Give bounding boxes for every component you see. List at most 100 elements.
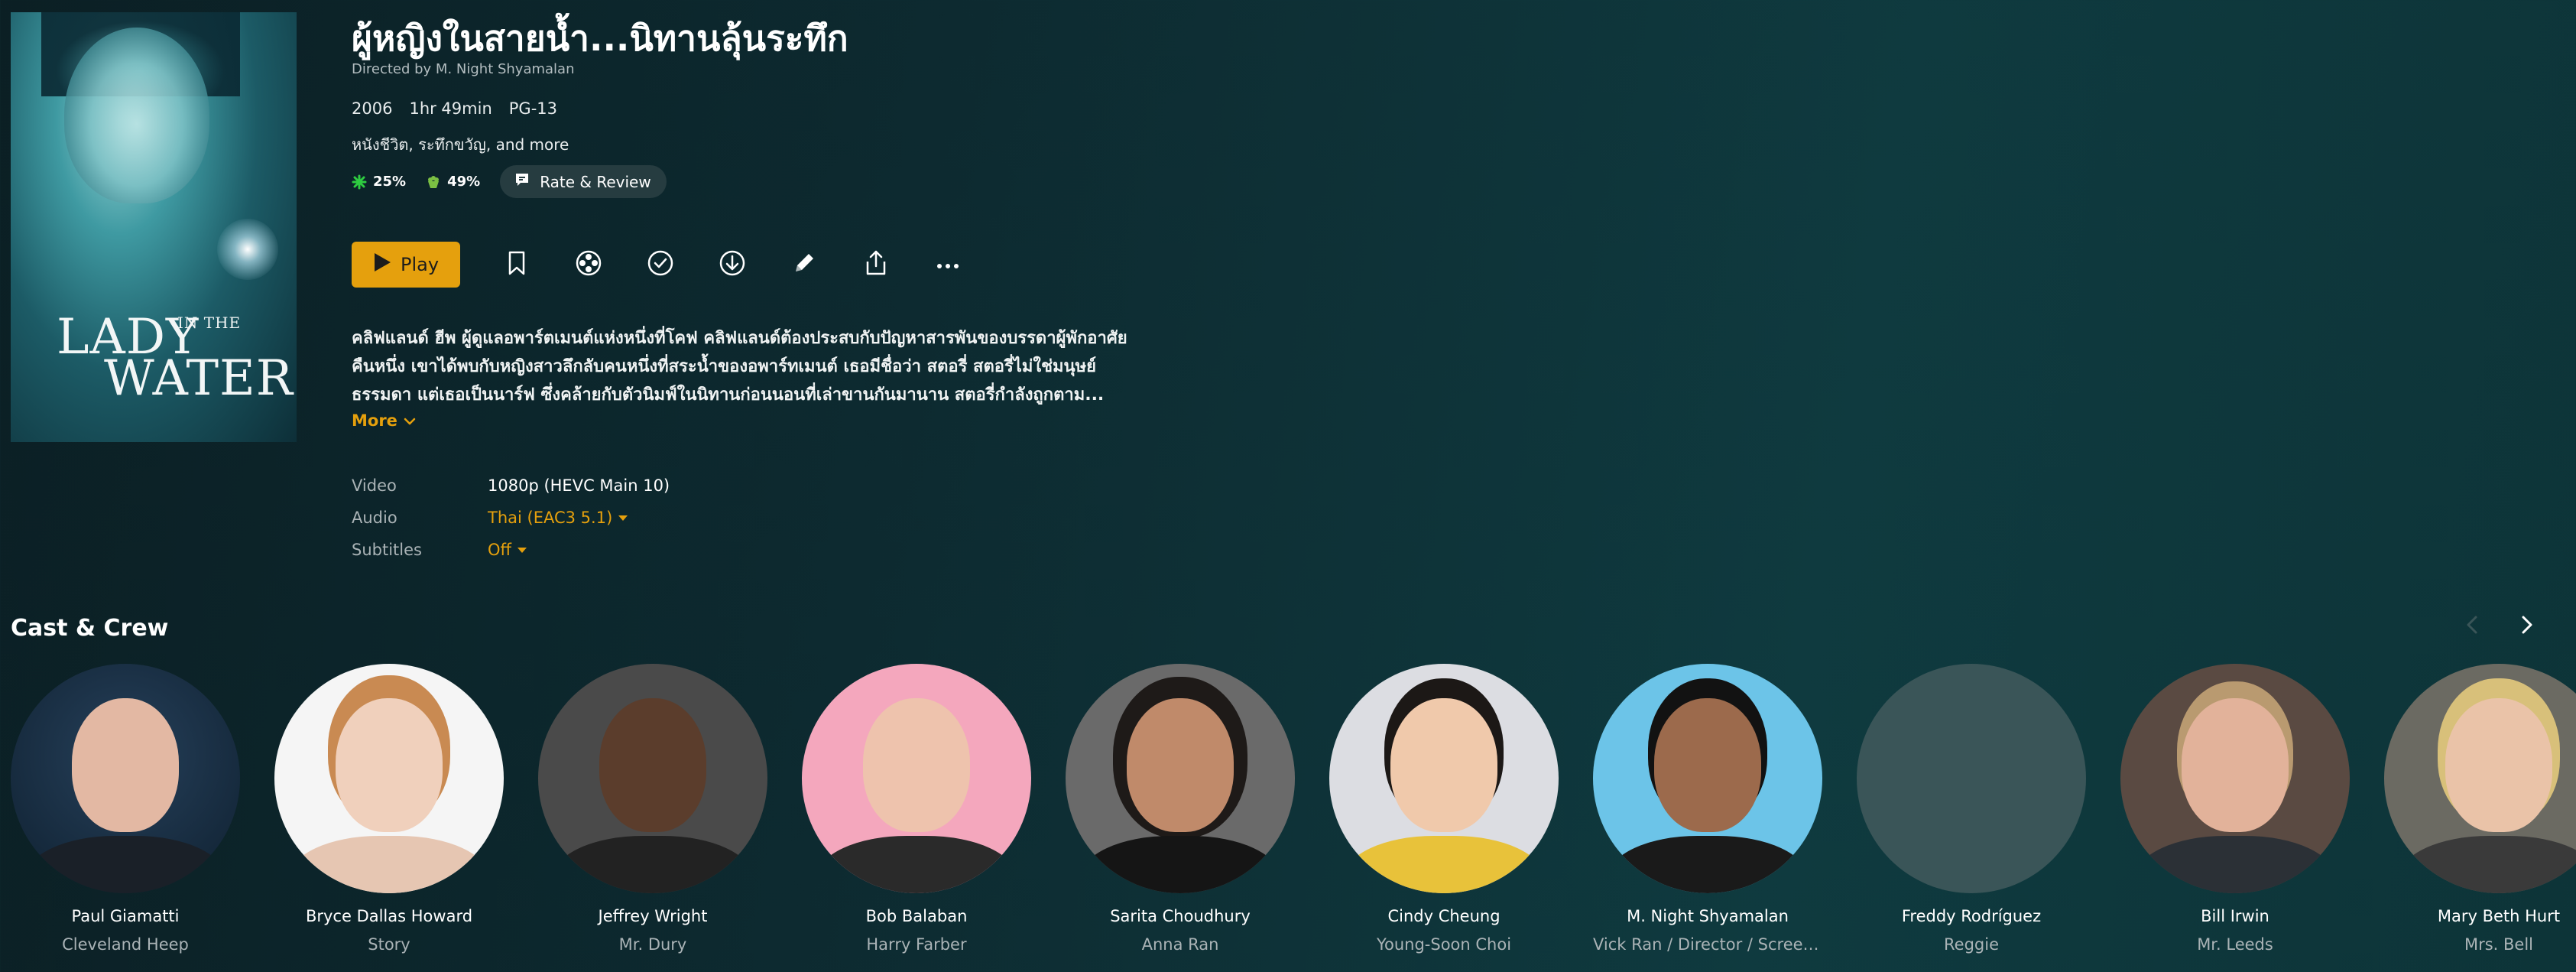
play-label: Play [400, 254, 440, 275]
release-year: 2006 [352, 99, 393, 118]
video-row: Video 1080p (HEVC Main 10) [352, 470, 670, 502]
cast-role: Story [368, 935, 410, 954]
more-toggle[interactable]: More [352, 411, 416, 430]
poster-light-art [217, 219, 278, 280]
poster-face-art [64, 28, 209, 203]
critic-rating: 25% [352, 174, 406, 190]
audience-popcorn-icon [426, 174, 441, 190]
avatar [1593, 664, 1822, 893]
avatar [538, 664, 767, 893]
edit-pencil-icon [791, 250, 817, 279]
cast-name: Mary Beth Hurt [2437, 907, 2561, 925]
trailer-button[interactable] [573, 249, 604, 280]
movie-title: ผู้หญิงในสายน้ำ...นิทานลุ้นระทึก [352, 18, 848, 59]
movie-description: คลิฟแลนด์ ฮีพ ผู้ดูแลอพาร์ตเมนต์แห่งหนึ่… [352, 329, 1127, 405]
chevron-down-icon [404, 411, 416, 430]
audience-score: 49% [447, 174, 481, 190]
cast-name: M. Night Shyamalan [1627, 907, 1789, 925]
comment-icon [514, 171, 530, 192]
cast-member[interactable]: Jeffrey Wright Mr. Dury [538, 664, 767, 954]
carousel-nav [2466, 615, 2533, 638]
movie-poster[interactable]: LADY IN THE WATER [11, 12, 297, 442]
critic-score: 25% [373, 174, 407, 190]
cast-role: Mr. Leeds [2197, 935, 2273, 954]
chevron-left-icon[interactable] [2466, 615, 2478, 638]
watchlist-button[interactable] [501, 249, 532, 280]
play-icon [373, 252, 391, 277]
cast-list: Paul Giamatti Cleveland Heep Bryce Dalla… [11, 664, 2576, 954]
caret-down-icon [517, 547, 527, 553]
subtitles-row: Subtitles Off [352, 534, 670, 566]
cast-name: Freddy Rodríguez [1901, 907, 2042, 925]
cast-name: Bryce Dallas Howard [305, 907, 473, 925]
check-circle-icon [647, 249, 674, 280]
ratings-row: 25% 49% Rate & Review [352, 165, 667, 198]
cast-role: Anna Ran [1141, 935, 1219, 954]
audio-label: Audio [352, 509, 397, 527]
cast-member[interactable]: Bryce Dallas Howard Story [274, 664, 504, 954]
director-credit[interactable]: Directed by M. Night Shyamalan [352, 61, 575, 77]
video-value: 1080p (HEVC Main 10) [488, 476, 670, 495]
cast-role: Reggie [1944, 935, 1999, 954]
cast-member[interactable]: Paul Giamatti Cleveland Heep [11, 664, 240, 954]
cast-role: Vick Ran / Director / Screenpla... [1593, 935, 1822, 954]
cast-member[interactable]: M. Night Shyamalan Vick Ran / Director /… [1593, 664, 1822, 954]
content-rating: PG-13 [508, 99, 558, 118]
cast-member[interactable]: Freddy Rodríguez Reggie [1857, 664, 2086, 954]
cast-member[interactable]: Cindy Cheung Young-Soon Choi [1329, 664, 1559, 954]
avatar [2120, 664, 2350, 893]
cast-member[interactable]: Bob Balaban Harry Farber [802, 664, 1031, 954]
avatar-placeholder [1857, 664, 2086, 893]
more-dots-icon [936, 258, 959, 272]
poster-title-line2: WATER [104, 350, 294, 407]
rate-review-button[interactable]: Rate & Review [500, 165, 667, 198]
video-label: Video [352, 476, 397, 495]
cast-role: Harry Farber [866, 935, 967, 954]
action-bar: Play [352, 242, 963, 288]
cast-role: Mr. Dury [618, 935, 687, 954]
cast-name: Bill Irwin [2201, 907, 2269, 925]
cast-member[interactable]: Sarita Choudhury Anna Ran [1066, 664, 1295, 954]
rate-review-label: Rate & Review [540, 172, 651, 191]
cast-role: Young-Soon Choi [1376, 935, 1512, 954]
cast-member[interactable]: Bill Irwin Mr. Leeds [2120, 664, 2350, 954]
critic-splat-icon [352, 174, 367, 190]
subtitles-select[interactable]: Off [488, 541, 527, 559]
movie-meta: 2006 1hr 49min PG-13 [352, 99, 557, 118]
avatar [11, 664, 240, 893]
cast-member[interactable]: Mary Beth Hurt Mrs. Bell [2384, 664, 2576, 954]
cast-role: Mrs. Bell [2464, 935, 2534, 954]
subtitles-label: Subtitles [352, 541, 422, 559]
audio-row: Audio Thai (EAC3 5.1) [352, 502, 670, 534]
cast-name: Cindy Cheung [1387, 907, 1501, 925]
avatar [802, 664, 1031, 893]
avatar [1066, 664, 1295, 893]
mark-watched-button[interactable] [645, 249, 676, 280]
chevron-right-icon[interactable] [2521, 615, 2533, 638]
cast-name: Paul Giamatti [71, 907, 180, 925]
cast-role: Cleveland Heep [62, 935, 189, 954]
cast-name: Jeffrey Wright [598, 907, 708, 925]
edit-button[interactable] [789, 249, 819, 280]
share-icon [863, 249, 889, 280]
play-button[interactable]: Play [352, 242, 460, 288]
caret-down-icon [618, 515, 628, 521]
audience-rating: 49% [426, 174, 480, 190]
audio-value: Thai (EAC3 5.1) [488, 509, 613, 527]
avatar [274, 664, 504, 893]
download-button[interactable] [717, 249, 748, 280]
duration: 1hr 49min [409, 99, 492, 118]
more-label: More [352, 411, 397, 430]
cast-name: Bob Balaban [865, 907, 968, 925]
share-button[interactable] [861, 249, 891, 280]
media-info: Video 1080p (HEVC Main 10) Audio Thai (E… [352, 470, 670, 566]
more-options-button[interactable] [933, 249, 963, 280]
poster-title-in: IN THE [177, 314, 242, 332]
cast-name: Sarita Choudhury [1110, 907, 1251, 925]
avatar [2384, 664, 2576, 893]
audio-select[interactable]: Thai (EAC3 5.1) [488, 509, 628, 527]
genres[interactable]: หนังชีวิต, ระทึกขวัญ, and more [352, 132, 569, 157]
download-icon [719, 249, 746, 280]
cast-crew-heading: Cast & Crew [11, 615, 169, 642]
film-reel-icon [575, 249, 602, 280]
